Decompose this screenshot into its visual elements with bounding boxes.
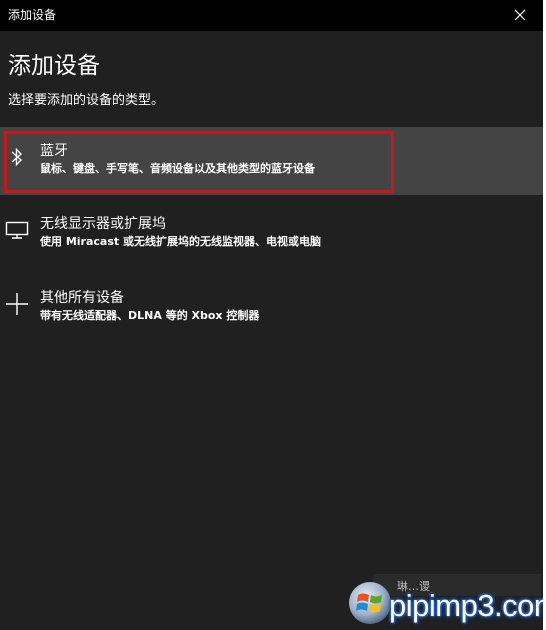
option-bluetooth[interactable]: 蓝牙 鼠标、键盘、手写笔、音频设备以及其他类型的蓝牙设备 — [0, 127, 543, 195]
monitor-icon — [4, 217, 30, 243]
windows-logo-icon — [349, 582, 391, 624]
watermark-text: pipimp3.com — [389, 588, 543, 623]
option-everything-else-description: 带有无线适配器、DLNA 等的 Xbox 控制器 — [40, 309, 260, 322]
option-everything-else-title: 其他所有设备 — [40, 290, 124, 306]
option-everything-else[interactable]: 其他所有设备 带有无线适配器、DLNA 等的 Xbox 控制器 — [0, 283, 543, 339]
page-heading: 添加设备 — [8, 53, 100, 79]
page-subheading: 选择要添加的设备的类型。 — [8, 93, 165, 108]
option-bluetooth-description: 鼠标、键盘、手写笔、音频设备以及其他类型的蓝牙设备 — [40, 162, 315, 175]
close-button[interactable] — [506, 4, 534, 26]
option-bluetooth-title: 蓝牙 — [40, 143, 68, 159]
add-device-dialog: 添加设备 添加设备 选择要添加的设备的类型。 蓝牙 鼠标、键盘、手写笔、音频设备… — [0, 0, 543, 630]
close-icon — [514, 9, 526, 21]
bluetooth-icon — [4, 144, 30, 170]
site-watermark: 琳…谡 pipimp3.com — [345, 572, 543, 630]
plus-icon — [4, 291, 30, 317]
window-title: 添加设备 — [8, 8, 57, 22]
option-wireless-display[interactable]: 无线显示器或扩展坞 使用 Miracast 或无线扩展坞的无线监视器、电视或电脑 — [0, 209, 543, 265]
title-bar: 添加设备 — [0, 0, 543, 31]
option-wireless-display-title: 无线显示器或扩展坞 — [40, 216, 166, 232]
option-wireless-display-description: 使用 Miracast 或无线扩展坞的无线监视器、电视或电脑 — [40, 235, 321, 248]
